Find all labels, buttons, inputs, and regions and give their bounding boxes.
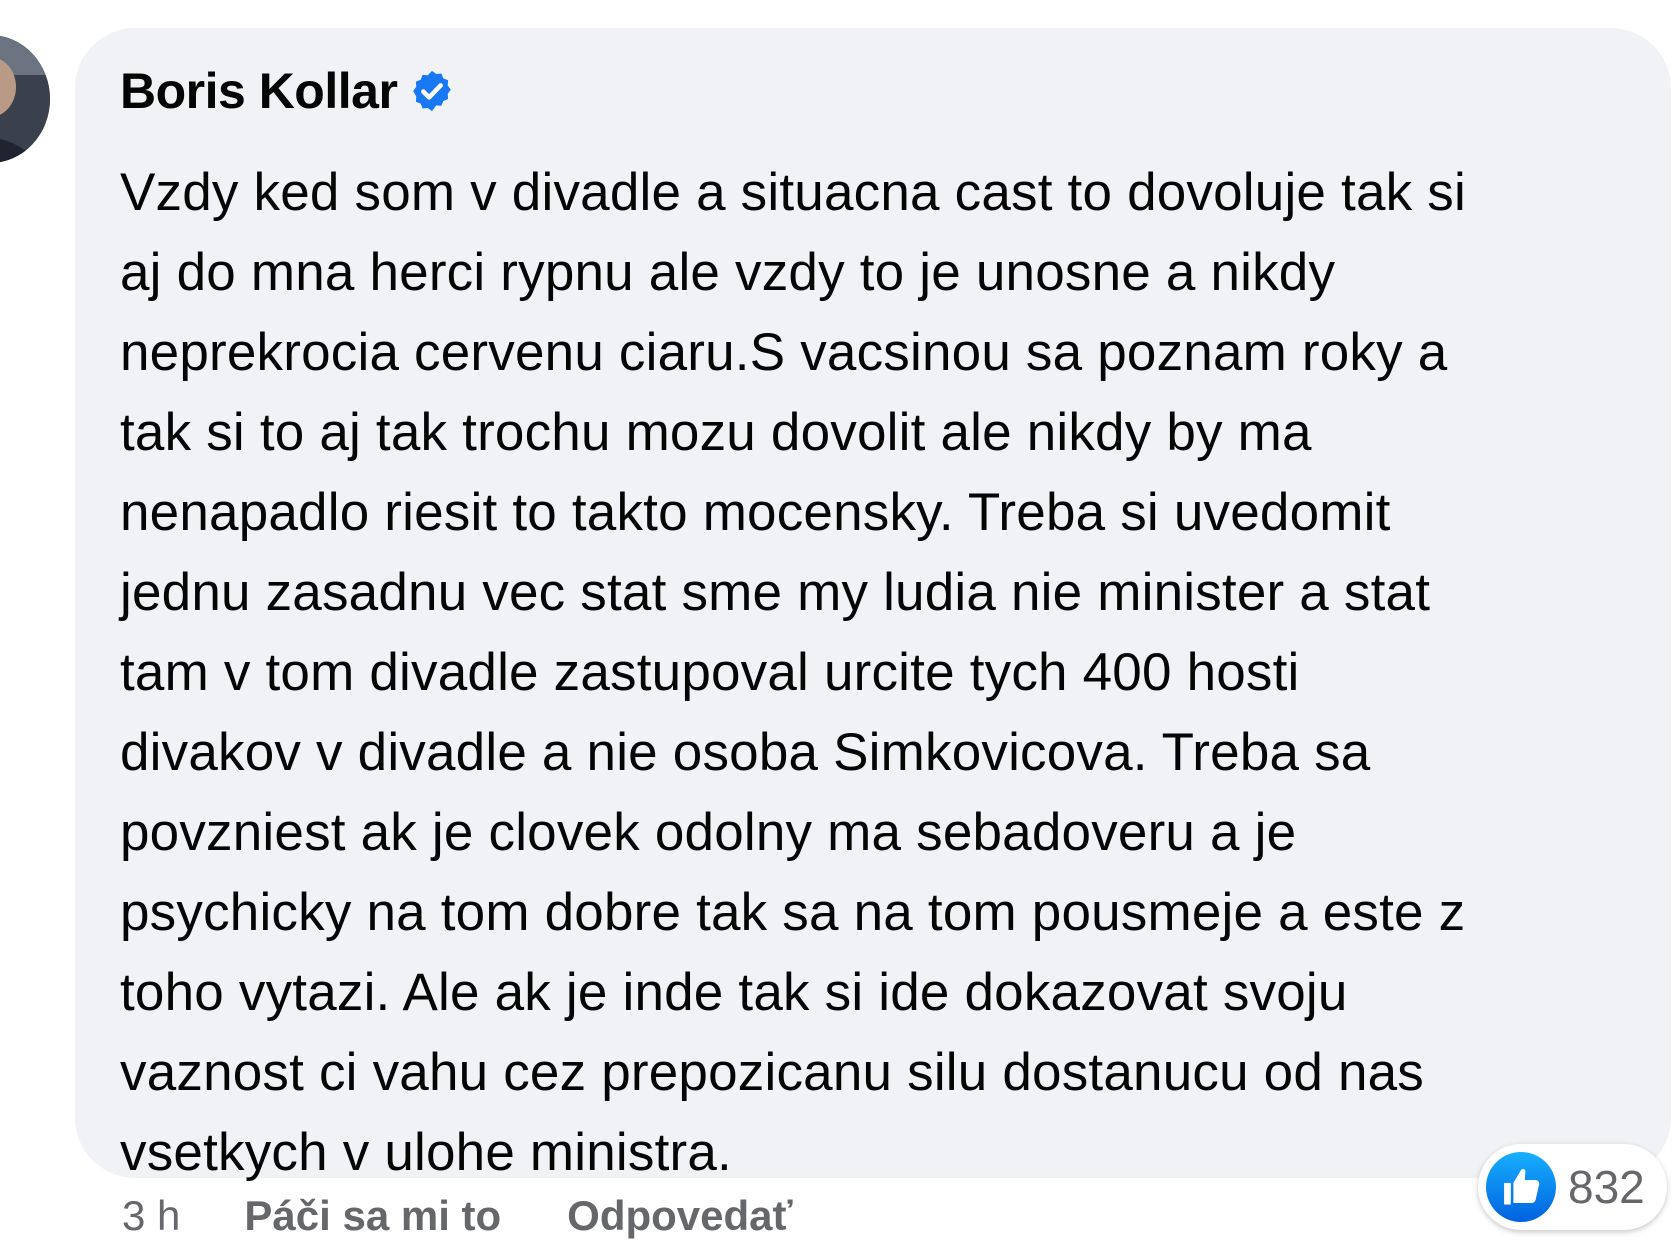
author-name[interactable]: Boris Kollar [120, 62, 398, 120]
reaction-summary[interactable]: 832 [1478, 1144, 1667, 1230]
comment-line: psychicky na tom dobre tak sa na tom pou… [120, 883, 1466, 942]
comment-timestamp[interactable]: 3 h [122, 1192, 180, 1240]
comment-bubble: Boris Kollar Vzdy ked som v divadle a si… [75, 28, 1671, 1182]
comment-actions: 3 h Páči sa mi to Odpovedať [122, 1186, 859, 1246]
comment-line: neprekrocia cervenu ciaru.S vacsinou sa … [120, 323, 1448, 382]
comment-line: vsetkych v ulohe ministra. [120, 1123, 732, 1182]
comment-line: Vzdy ked som v divadle a situacna cast t… [120, 163, 1466, 222]
author-row: Boris Kollar [120, 58, 455, 124]
comment-line: povzniest ak je clovek odolny ma sebadov… [120, 803, 1297, 862]
comment-line: vaznost ci vahu cez prepozicanu silu dos… [120, 1043, 1425, 1102]
reply-button[interactable]: Odpovedať [567, 1192, 792, 1240]
comment-line: aj do mna herci rypnu ale vzdy to je uno… [120, 243, 1336, 302]
verified-badge-icon [409, 68, 455, 114]
comment-line: divakov v divadle a nie osoba Simkovicov… [120, 723, 1371, 782]
like-icon [1486, 1152, 1556, 1222]
comment-line: tam v tom divadle zastupoval urcite tych… [120, 643, 1300, 702]
comment-text: Vzdy ked som v divadle a situacna cast t… [120, 153, 1650, 1193]
comment-line: tak si to aj tak trochu mozu dovolit ale… [120, 403, 1312, 462]
like-button[interactable]: Páči sa mi to [244, 1192, 501, 1240]
comment-line: toho vytazi. Ale ak je inde tak si ide d… [120, 963, 1348, 1022]
comment-line: jednu zasadnu vec stat sme my ludia nie … [120, 563, 1431, 622]
comment-line: nenapadlo riesit to takto mocensky. Treb… [120, 483, 1391, 542]
avatar[interactable] [0, 35, 50, 163]
reaction-count: 832 [1568, 1161, 1645, 1213]
